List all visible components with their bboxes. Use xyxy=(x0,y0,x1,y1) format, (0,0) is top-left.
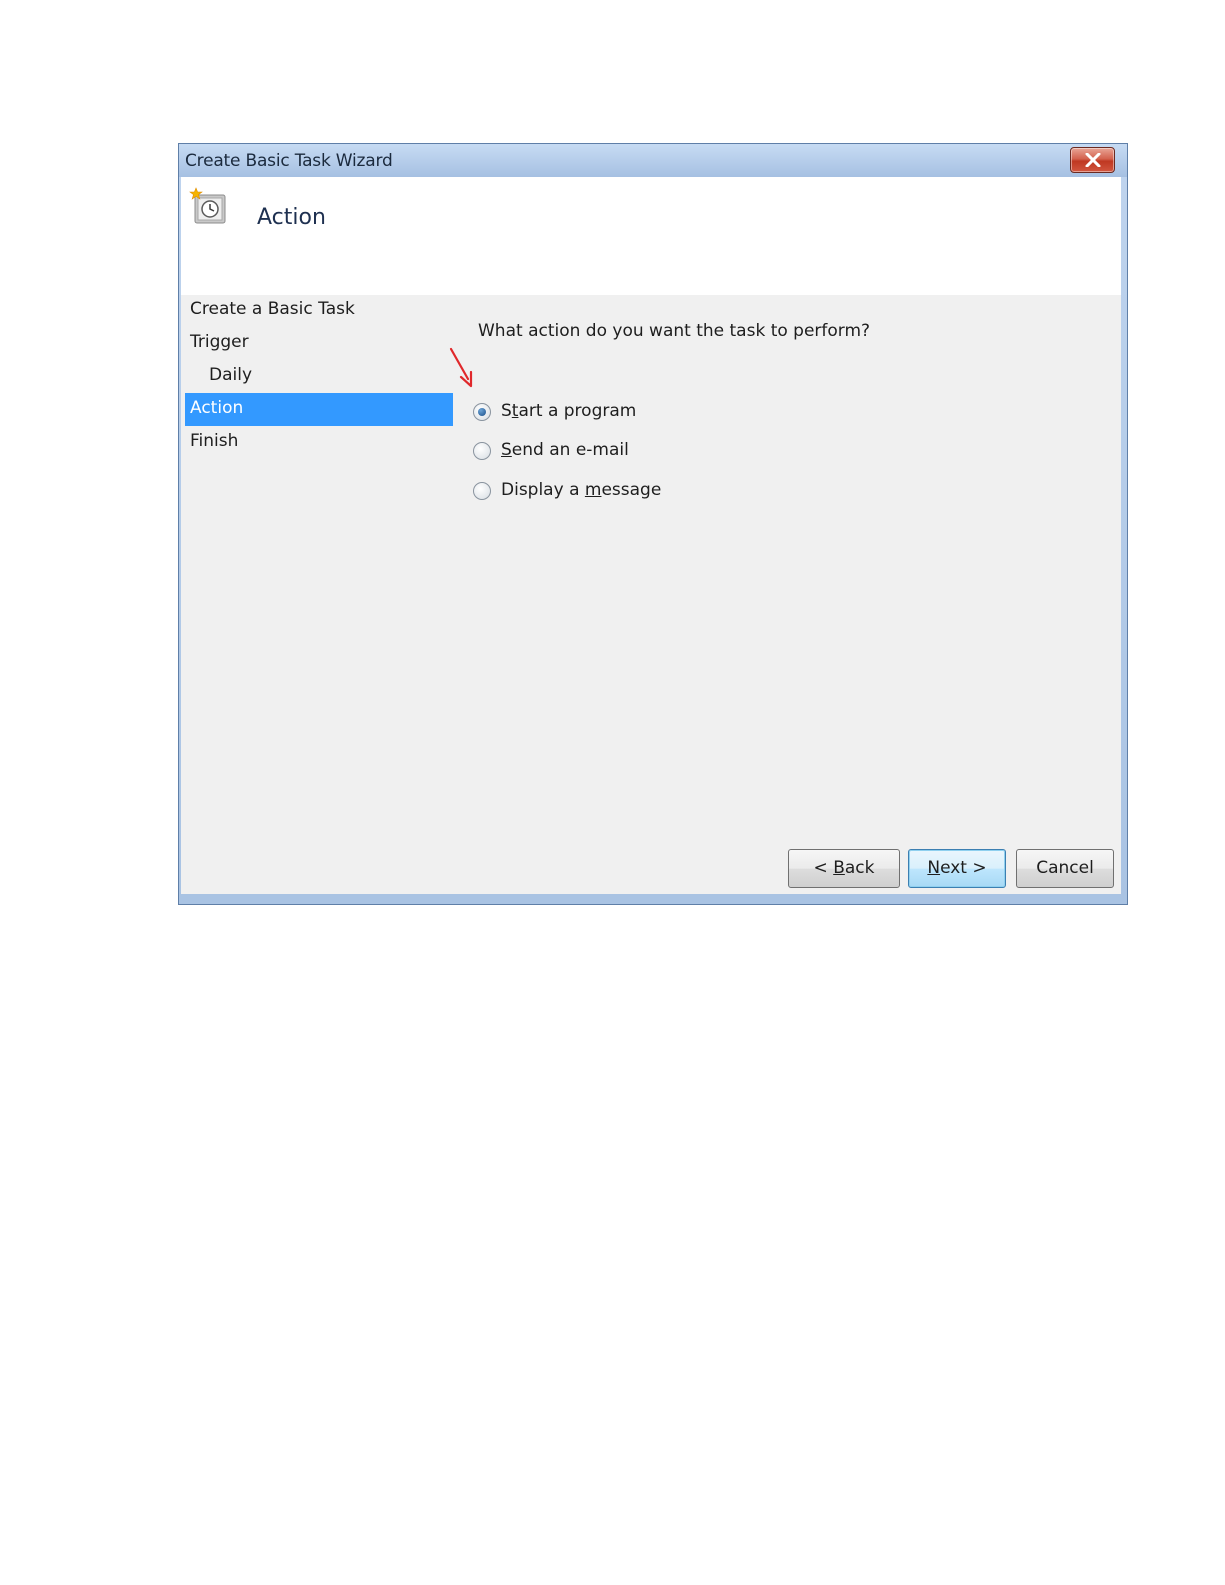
action-question: What action do you want the task to perf… xyxy=(478,321,871,341)
back-button[interactable]: < Back xyxy=(788,849,900,888)
nav-item-create-basic-task[interactable]: Create a Basic Task xyxy=(185,294,453,327)
nav-item-trigger[interactable]: Trigger xyxy=(185,327,453,360)
radio-dot xyxy=(478,408,486,416)
radio-start-a-program[interactable]: Start a program xyxy=(473,401,643,425)
nav-item-finish[interactable]: Finish xyxy=(185,426,453,459)
radio-display-a-message[interactable]: Display a message xyxy=(473,480,663,504)
wizard-client-area: Action Create a Basic Task Trigger Daily… xyxy=(181,177,1121,894)
radio-send-an-email[interactable]: Send an e-mail xyxy=(473,440,643,464)
window-title: Create Basic Task Wizard xyxy=(185,151,393,171)
radio-button-checked[interactable] xyxy=(473,403,491,421)
close-icon xyxy=(1085,153,1101,167)
wizard-window: Create Basic Task Wizard Action Create a… xyxy=(178,143,1128,905)
radio-label-start-a-program[interactable]: Start a program xyxy=(501,401,636,421)
page-title: Action xyxy=(257,205,326,230)
nav-item-action[interactable]: Action xyxy=(185,393,453,426)
annotation-arrow xyxy=(449,347,473,388)
title-bar[interactable]: Create Basic Task Wizard xyxy=(179,144,1127,177)
radio-label-display-a-message[interactable]: Display a message xyxy=(501,480,661,500)
cancel-button[interactable]: Cancel xyxy=(1016,849,1114,888)
task-scheduler-icon xyxy=(189,187,226,224)
radio-button[interactable] xyxy=(473,442,491,460)
wizard-header: Action xyxy=(181,177,1121,295)
next-button[interactable]: Next > xyxy=(908,849,1006,888)
close-button[interactable] xyxy=(1070,147,1115,173)
radio-button[interactable] xyxy=(473,482,491,500)
nav-item-daily[interactable]: Daily xyxy=(185,360,453,393)
radio-label-send-an-email[interactable]: Send an e-mail xyxy=(501,440,629,460)
